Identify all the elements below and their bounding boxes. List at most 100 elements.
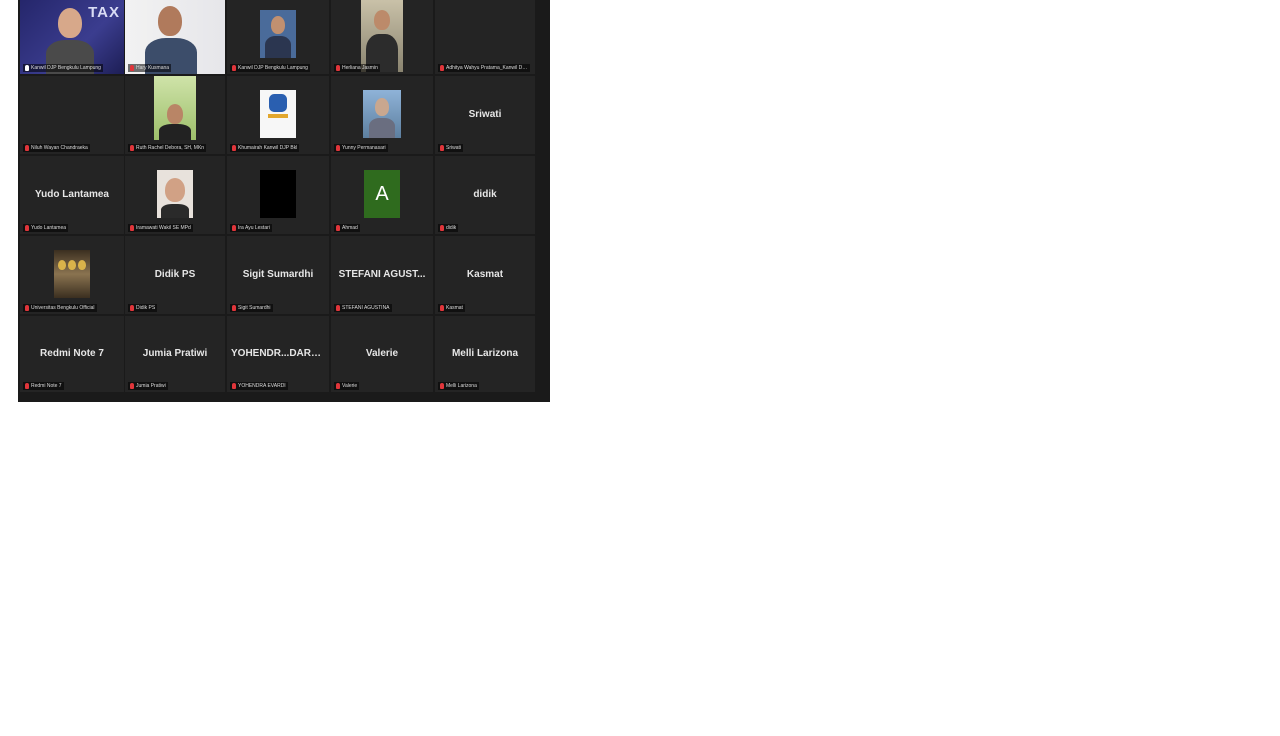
participant-display-name: STEFANI AGUST... (338, 268, 426, 280)
participant-display-name: Jumia Pratiwi (142, 347, 208, 359)
mic-muted-icon (232, 65, 236, 71)
mic-muted-icon (440, 305, 444, 311)
participant-tile[interactable]: A Ahmad (331, 156, 433, 234)
mic-muted-icon (336, 225, 340, 231)
participant-tile[interactable]: Yunny Permanasari (331, 76, 433, 154)
participant-name-label: Ruth Rachel Debora, SH, MKn (128, 144, 207, 152)
participant-video (260, 90, 296, 138)
participant-tile[interactable]: Valerie Valerie (331, 316, 433, 392)
participant-name-label: didik (438, 224, 459, 232)
mic-muted-icon (232, 305, 236, 311)
mic-muted-icon (336, 383, 340, 389)
participant-tile[interactable]: Yudo Lantamea Yudo Lantamea (20, 156, 124, 234)
participant-video: TAX (20, 0, 124, 74)
background-logo-text: TAX (88, 4, 120, 21)
mic-muted-icon (232, 383, 236, 389)
participant-name-label: Ira Ayu Lestari (230, 224, 272, 232)
participant-tile[interactable]: Adhitya Wahyu Pratama_Kanwil DJP Bengkul… (435, 0, 535, 74)
mic-muted-icon (440, 383, 444, 389)
mic-muted-icon (232, 225, 236, 231)
participant-display-name: Melli Larizona (451, 347, 519, 359)
mic-muted-icon (130, 65, 134, 71)
participant-name-label: Ahmad (334, 224, 360, 232)
participant-tile[interactable]: STEFANI AGUST... STEFANI AGUSTINA (331, 236, 433, 314)
participant-video (363, 90, 401, 138)
participant-name-label: YOHENDRA EVARDI (230, 382, 288, 390)
participant-name-label: Kanwil DJP Bengkulu Lampung (230, 64, 310, 72)
mic-muted-icon (440, 145, 444, 151)
meeting-window: … TAX Kanwil DJP Bengkulu Lampung Hary K… (18, 0, 550, 402)
participant-video (154, 76, 196, 140)
participant-tile[interactable]: Melli Larizona Melli Larizona (435, 316, 535, 392)
participant-tile[interactable]: Khumairah Kanwil DJP Bkl (227, 76, 329, 154)
participant-name-label: Yudo Lantamea (23, 224, 69, 232)
participant-tile[interactable]: Ruth Rachel Debora, SH, MKn (125, 76, 225, 154)
mic-muted-icon (130, 305, 134, 311)
mic-muted-icon (336, 305, 340, 311)
participant-video (54, 250, 90, 298)
participant-name-label: Adhitya Wahyu Pratama_Kanwil DJP Bengkul… (438, 64, 530, 72)
participant-display-name: Didik PS (154, 268, 196, 280)
participant-display-name: Yudo Lantamea (35, 188, 109, 200)
mic-muted-icon (232, 145, 236, 151)
participant-tile[interactable]: Universitas Bengkulu Official (20, 236, 124, 314)
participant-tile[interactable]: Sriwati Sriwati (435, 76, 535, 154)
participant-tile[interactable]: Herliana Jasmin (331, 0, 433, 74)
mic-muted-icon (130, 225, 134, 231)
participant-display-name: Valerie (365, 347, 399, 359)
participant-name-label: Melli Larizona (438, 382, 479, 390)
mic-muted-icon (25, 225, 29, 231)
participant-video (260, 170, 296, 218)
participant-name-label: Kanwil DJP Bengkulu Lampung (23, 64, 103, 72)
mic-muted-icon (440, 65, 444, 71)
participant-display-name: Sriwati (468, 108, 502, 120)
participant-display-name: Redmi Note 7 (40, 347, 104, 359)
participant-name-label: Khumairah Kanwil DJP Bkl (230, 144, 300, 152)
participant-tile[interactable]: Kanwil DJP Bengkulu Lampung (227, 0, 329, 74)
participant-name-label: Redmi Note 7 (23, 382, 64, 390)
mic-muted-icon (25, 145, 29, 151)
mic-muted-icon (25, 305, 29, 311)
participant-display-name: Kasmat (466, 268, 504, 280)
participant-video (157, 170, 193, 218)
participant-name-label: Sriwati (438, 144, 464, 152)
mic-muted-icon (336, 65, 340, 71)
participant-name-label: Sigit Sumardhi (230, 304, 273, 312)
participant-name-label: Hary Kusmana (128, 64, 172, 72)
participant-display-name: Sigit Sumardhi (242, 268, 314, 280)
participant-tile[interactable]: Redmi Note 7 Redmi Note 7 (20, 316, 124, 392)
mic-muted-icon (25, 383, 29, 389)
avatar: A (364, 170, 400, 218)
participant-name-label: Yunny Permanasari (334, 144, 388, 152)
participant-name-label: Iramawati Wakil SE MPd (128, 224, 193, 232)
participant-name-label: Didik PS (128, 304, 158, 312)
participant-name-label: Herliana Jasmin (334, 64, 380, 72)
mic-on-icon (25, 65, 29, 71)
mic-muted-icon (130, 145, 134, 151)
participant-name-label: STEFANI AGUSTINA (334, 304, 392, 312)
mic-muted-icon (336, 145, 340, 151)
participant-name-label: Valerie (334, 382, 360, 390)
participant-video (125, 0, 225, 74)
participant-tile[interactable]: YOHENDR...DARTO... YOHENDRA EVARDI (227, 316, 329, 392)
participant-tile[interactable]: Niluh Wayan Chandraeka (20, 76, 124, 154)
participant-name-label: Universitas Bengkulu Official (23, 304, 97, 312)
mic-muted-icon (440, 225, 444, 231)
participant-name-label: Jumia Pratiwi (128, 382, 168, 390)
participant-name-label: Niluh Wayan Chandraeka (23, 144, 90, 152)
participant-tile[interactable]: didik didik (435, 156, 535, 234)
participant-display-name: didik (473, 188, 497, 200)
participant-tile[interactable]: Ira Ayu Lestari (227, 156, 329, 234)
participant-tile[interactable]: Sigit Sumardhi Sigit Sumardhi (227, 236, 329, 314)
participant-grid: TAX Kanwil DJP Bengkulu Lampung Hary Kus… (18, 0, 535, 392)
participant-tile[interactable]: Hary Kusmana (125, 0, 225, 74)
participant-tile[interactable]: Kasmat Kasmat (435, 236, 535, 314)
participant-tile[interactable]: Didik PS Didik PS (125, 236, 225, 314)
participant-tile[interactable]: Iramawati Wakil SE MPd (125, 156, 225, 234)
mic-muted-icon (130, 383, 134, 389)
participant-name-label: Kasmat (438, 304, 465, 312)
participant-video (260, 10, 296, 58)
participant-tile[interactable]: TAX Kanwil DJP Bengkulu Lampung (20, 0, 124, 74)
participant-display-name: YOHENDR...DARTO... (231, 347, 329, 359)
participant-tile[interactable]: Jumia Pratiwi Jumia Pratiwi (125, 316, 225, 392)
